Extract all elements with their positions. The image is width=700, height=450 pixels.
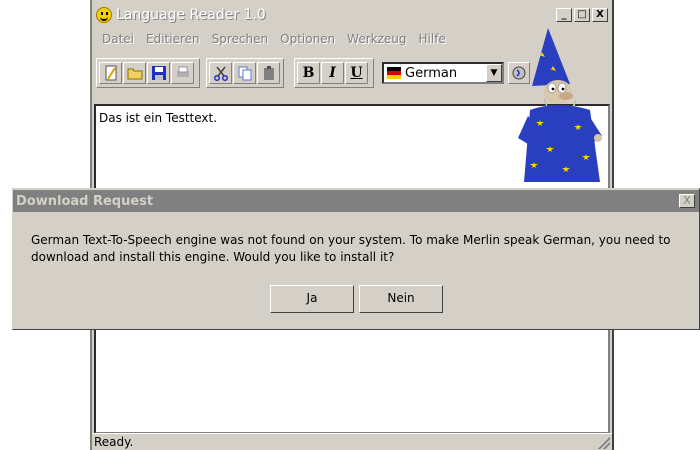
menu-optionen[interactable]: Optionen	[274, 31, 341, 47]
save-button[interactable]	[147, 62, 170, 84]
merlin-wizard-character[interactable]	[518, 26, 618, 186]
download-request-dialog: Download Request X German Text-To-Speech…	[12, 188, 700, 330]
paste-button[interactable]	[257, 62, 280, 84]
dialog-message: German Text-To-Speech engine was not fou…	[31, 233, 671, 264]
dialog-close-button[interactable]: X	[679, 194, 695, 208]
status-text: Ready.	[94, 435, 134, 449]
bold-button[interactable]: B	[297, 62, 320, 84]
no-button[interactable]: Nein	[359, 285, 443, 313]
print-button[interactable]	[171, 62, 194, 84]
maximize-button[interactable]: □	[574, 8, 590, 22]
floppy-disk-icon	[151, 66, 166, 80]
resize-grip-icon[interactable]	[598, 437, 610, 449]
open-button[interactable]	[123, 62, 146, 84]
wizard-hat	[532, 28, 570, 86]
title-bar[interactable]: Language Reader 1.0 _ □ X	[92, 4, 612, 28]
scissors-icon	[213, 66, 228, 81]
language-value: German	[405, 65, 458, 81]
minimize-button[interactable]: _	[556, 8, 572, 22]
yes-button[interactable]: Ja	[270, 285, 354, 313]
menu-editieren[interactable]: Editieren	[140, 31, 206, 47]
smiley-app-icon	[96, 7, 112, 23]
paste-icon	[263, 66, 274, 80]
window-title: Language Reader 1.0	[116, 7, 266, 23]
new-document-icon	[105, 65, 116, 81]
file-toolbar-group	[96, 58, 200, 88]
dialog-title: Download Request	[16, 194, 154, 209]
copy-icon	[238, 66, 251, 81]
dialog-title-bar[interactable]: Download Request X	[13, 190, 699, 212]
menu-sprechen[interactable]: Sprechen	[206, 31, 274, 47]
underline-button[interactable]: U	[345, 62, 368, 84]
new-document-button[interactable]	[99, 62, 122, 84]
menu-werkzeug[interactable]: Werkzeug	[341, 31, 412, 47]
cut-button[interactable]	[209, 62, 232, 84]
edit-toolbar-group	[206, 58, 284, 88]
format-toolbar-group: B I U	[294, 58, 374, 88]
language-select[interactable]: German ▼	[382, 62, 504, 84]
menu-bar: Datei Editieren Sprechen Optionen Werkze…	[96, 31, 452, 47]
copy-button[interactable]	[233, 62, 256, 84]
open-folder-icon	[127, 68, 142, 80]
close-button[interactable]: X	[592, 8, 608, 22]
menu-datei[interactable]: Datei	[96, 31, 140, 47]
chevron-down-icon[interactable]: ▼	[486, 64, 502, 82]
italic-button[interactable]: I	[321, 62, 344, 84]
german-flag-icon	[387, 67, 401, 79]
printer-icon	[176, 66, 189, 77]
status-bar: Ready.	[92, 433, 612, 450]
editor-content: Das ist ein Testtext.	[99, 111, 218, 125]
menu-hilfe[interactable]: Hilfe	[413, 31, 452, 47]
